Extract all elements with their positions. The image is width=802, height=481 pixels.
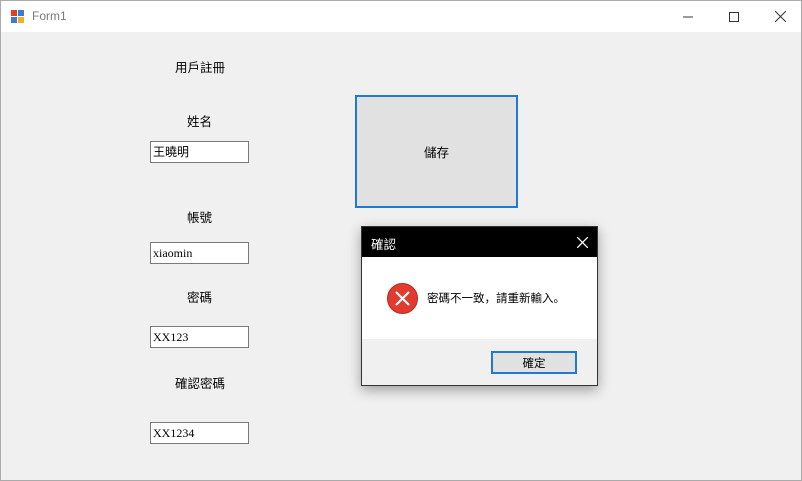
name-label: 姓名 (187, 114, 213, 129)
close-icon (576, 236, 588, 248)
maximize-button[interactable] (711, 1, 757, 32)
minimize-icon (683, 16, 693, 17)
save-button[interactable]: 儲存 (355, 95, 518, 208)
confirm-dialog: 確認 密碼不一致，請重新輸入。 確定 (361, 226, 598, 386)
dialog-body: 密碼不一致，請重新輸入。 (362, 257, 597, 339)
error-icon (387, 283, 418, 314)
form-heading: 用戶註冊 (175, 60, 226, 75)
main-window: Form1 用戶註冊 姓名 王曉明 帳號 xiaomin 密碼 XX123 確認… (0, 0, 802, 481)
dialog-close-button[interactable] (572, 232, 592, 252)
title-bar[interactable]: Form1 (1, 1, 801, 32)
save-button-label: 儲存 (423, 145, 449, 160)
name-input[interactable]: 王曉明 (150, 141, 249, 163)
maximize-icon (729, 11, 739, 22)
dialog-message: 密碼不一致，請重新輸入。 (427, 291, 565, 305)
window-title: Form1 (32, 9, 67, 23)
close-button[interactable] (757, 1, 802, 32)
confirm-password-input[interactable]: XX1234 (150, 422, 249, 444)
password-label: 密碼 (187, 290, 213, 305)
app-icon (11, 10, 25, 23)
close-icon (774, 11, 786, 22)
ok-button[interactable]: 確定 (491, 351, 577, 374)
account-label: 帳號 (187, 210, 213, 225)
minimize-button[interactable] (665, 1, 711, 32)
dialog-title-bar[interactable]: 確認 (362, 227, 597, 257)
password-input[interactable]: XX123 (150, 326, 249, 348)
ok-button-label: 確定 (522, 355, 546, 370)
dialog-title: 確認 (371, 237, 397, 252)
confirm-password-label: 確認密碼 (175, 376, 226, 391)
account-input[interactable]: xiaomin (150, 242, 249, 264)
